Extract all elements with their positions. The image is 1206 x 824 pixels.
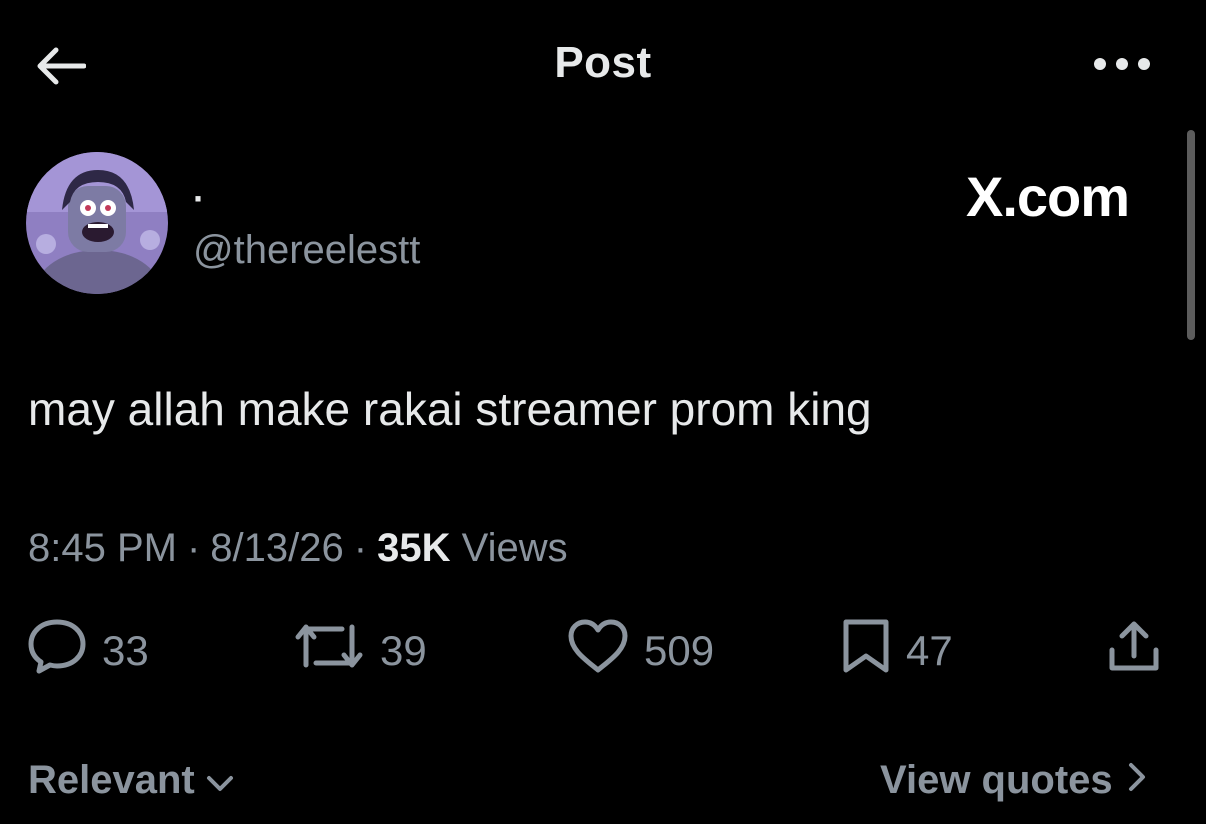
x-com-watermark: X.com	[966, 165, 1130, 228]
page-title: Post	[554, 38, 652, 87]
arrow-left-icon	[34, 46, 87, 91]
post-date[interactable]: 8/13/26	[210, 526, 343, 571]
repost-button[interactable]: 39	[292, 616, 427, 686]
post-time[interactable]: 8:45 PM	[28, 526, 177, 571]
like-button[interactable]: 509	[566, 616, 714, 686]
post-text: may allah make rakai streamer prom king	[28, 383, 872, 435]
author-handle[interactable]: @thereelestt	[193, 228, 420, 273]
sort-replies-dropdown[interactable]: Relevant	[28, 752, 235, 808]
sort-label: Relevant	[28, 757, 195, 802]
share-icon	[1104, 616, 1164, 686]
meta-separator: ·	[353, 526, 368, 570]
heart-icon	[566, 618, 630, 684]
reply-count: 33	[102, 627, 149, 674]
reply-icon	[26, 617, 88, 685]
view-quotes-link[interactable]: View quotes	[880, 752, 1147, 808]
back-button[interactable]	[30, 40, 90, 96]
like-count: 509	[644, 627, 715, 674]
views-count[interactable]: 35K	[377, 526, 450, 570]
view-quotes-label: View quotes	[880, 757, 1113, 802]
more-horizontal-icon	[1092, 56, 1152, 77]
chevron-right-icon	[1127, 758, 1147, 803]
author-display-name[interactable]: ·	[193, 178, 205, 220]
post-meta: 8:45 PM · 8/13/26 · 35K Views	[28, 526, 568, 571]
bookmark-count: 47	[906, 627, 953, 674]
bookmark-button[interactable]: 47	[840, 616, 953, 686]
views-label[interactable]: Views	[462, 526, 568, 570]
avatar[interactable]	[26, 152, 168, 294]
meta-separator: ·	[186, 526, 201, 570]
bookmark-icon	[840, 616, 892, 686]
share-button[interactable]	[1104, 616, 1164, 686]
chevron-down-icon	[205, 758, 235, 803]
avatar-cartoon-icon	[26, 152, 168, 294]
repost-count: 39	[380, 627, 427, 674]
reply-button[interactable]: 33	[26, 616, 149, 686]
repost-icon	[292, 619, 366, 683]
scrollbar[interactable]	[1187, 130, 1195, 340]
more-options-button[interactable]	[1088, 44, 1156, 88]
